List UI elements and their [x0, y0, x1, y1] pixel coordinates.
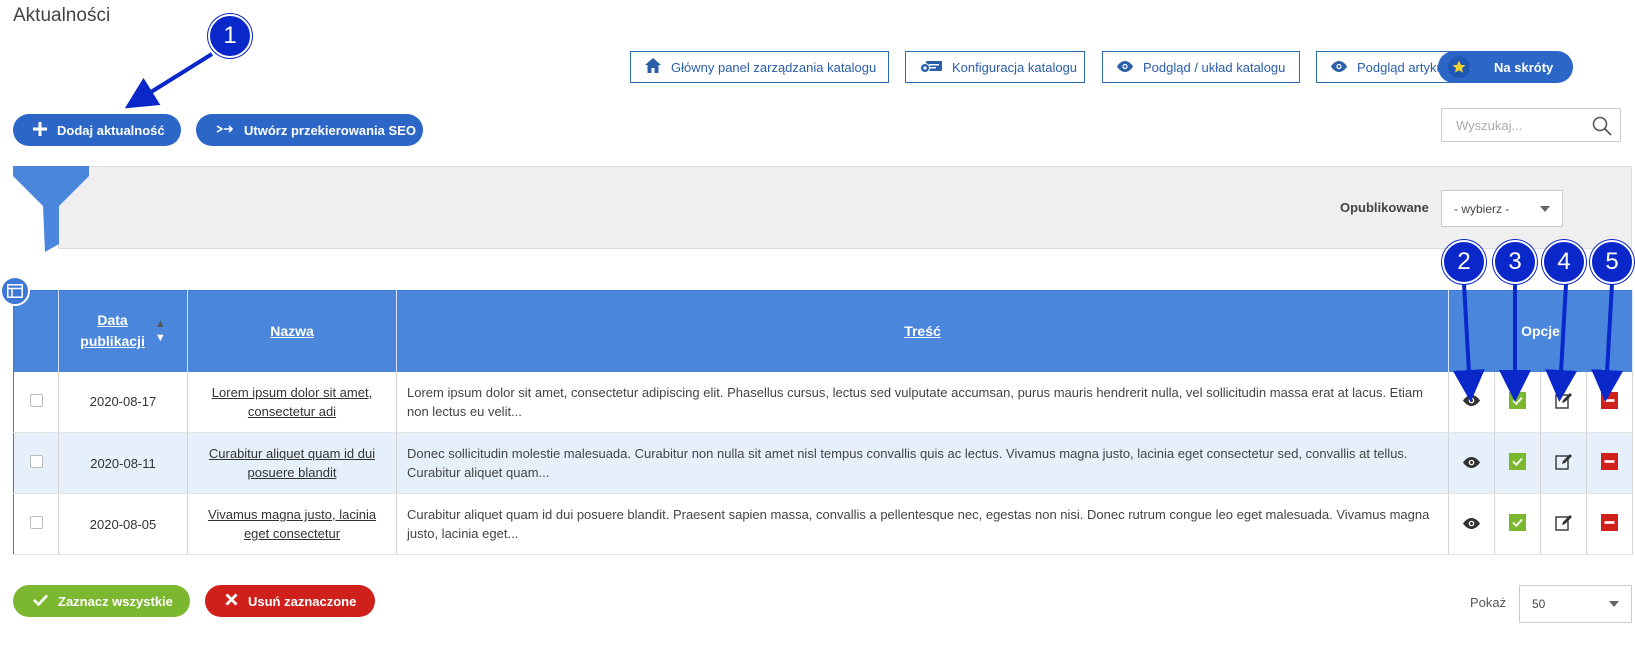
- redirect-arrow-icon: [216, 123, 234, 138]
- check-icon: [33, 594, 48, 609]
- page-title: Aktualności: [13, 5, 111, 26]
- config-icon: [920, 58, 942, 77]
- date-column-header[interactable]: Data publikacji ▲ ▼: [58, 290, 188, 372]
- plus-icon: [33, 121, 47, 139]
- annotation-callout-5: 5: [1590, 240, 1634, 284]
- shortcuts-label: Na skróty: [1494, 59, 1554, 75]
- published-filter-select[interactable]: - wybierz -: [1441, 190, 1563, 227]
- row-name-link[interactable]: Curabitur aliquet quam id dui posuere bl…: [209, 446, 375, 480]
- publish-check-icon[interactable]: [1509, 391, 1526, 409]
- page-size-select[interactable]: 50: [1519, 585, 1632, 623]
- shortcuts-button[interactable]: Na skróty: [1438, 51, 1573, 83]
- table-row: 2020-08-17 Lorem ipsum dolor sit amet, c…: [13, 371, 1634, 433]
- seo-redirects-label: Utwórz przekierowania SEO: [244, 122, 416, 138]
- table-layout-icon[interactable]: [0, 276, 30, 306]
- row-checkbox[interactable]: [29, 455, 43, 468]
- add-news-label: Dodaj aktualność: [57, 122, 165, 138]
- delete-selected-button[interactable]: Usuń zaznaczone: [205, 585, 375, 617]
- page-size-label: Pokaż: [1470, 595, 1507, 610]
- search-box: [1441, 108, 1621, 142]
- annotation-callout-1: 1: [208, 14, 252, 58]
- edit-icon[interactable]: [1555, 392, 1572, 409]
- table-row: 2020-08-05 Vivamus magna justo, lacinia …: [13, 493, 1634, 555]
- preview-eye-icon[interactable]: [1463, 517, 1480, 529]
- table-row: 2020-08-11 Curabitur aliquet quam id dui…: [13, 432, 1634, 494]
- sort-icon[interactable]: ▲ ▼: [155, 318, 166, 344]
- add-news-button[interactable]: Dodaj aktualność: [13, 114, 181, 146]
- eye-icon: [1117, 60, 1133, 75]
- published-filter-value: - wybierz -: [1454, 201, 1510, 216]
- published-filter-label: Opublikowane: [1340, 200, 1429, 215]
- search-input[interactable]: [1442, 109, 1582, 141]
- main-panel-label: Główny panel zarządzania katalogu: [671, 59, 877, 75]
- publish-check-icon[interactable]: [1509, 453, 1526, 470]
- preview-eye-icon[interactable]: [1463, 456, 1480, 468]
- row-date: 2020-08-11: [58, 432, 188, 494]
- row-name-link[interactable]: Lorem ipsum dolor sit amet, consectetur …: [212, 385, 372, 419]
- content-column-header[interactable]: Treść: [396, 290, 1449, 372]
- annotation-callout-4: 4: [1542, 240, 1586, 284]
- row-name-link[interactable]: Vivamus magna justo, lacinia eget consec…: [208, 507, 376, 541]
- name-column-header[interactable]: Nazwa: [187, 290, 397, 372]
- annotation-callout-3: 3: [1493, 240, 1537, 284]
- publish-check-icon[interactable]: [1509, 514, 1526, 531]
- row-content: Donec sollicitudin molestie malesuada. C…: [396, 432, 1449, 494]
- chevron-down-icon: [1540, 205, 1550, 212]
- catalog-preview-label: Podgląd / układ katalogu: [1143, 59, 1286, 75]
- star-icon: [1448, 56, 1470, 78]
- seo-redirects-button[interactable]: Utwórz przekierowania SEO: [196, 114, 423, 146]
- delete-icon[interactable]: [1601, 514, 1619, 531]
- home-icon: [645, 58, 661, 76]
- main-panel-button[interactable]: Główny panel zarządzania katalogu: [630, 51, 889, 83]
- sort-desc-icon[interactable]: ▼: [155, 332, 166, 344]
- page-size-value: 50: [1532, 597, 1546, 611]
- close-icon: [225, 593, 238, 609]
- catalog-config-button[interactable]: Konfiguracja katalogu: [905, 51, 1085, 83]
- annotation-callout-2: 2: [1442, 240, 1486, 284]
- eye-icon: [1331, 60, 1347, 75]
- catalog-preview-button[interactable]: Podgląd / układ katalogu: [1102, 51, 1300, 83]
- news-table: Data publikacji ▲ ▼ Nazwa Treść Opcje 202…: [13, 290, 1634, 555]
- select-all-label: Zaznacz wszystkie: [58, 593, 173, 609]
- delete-icon[interactable]: [1601, 453, 1619, 470]
- sort-asc-icon[interactable]: ▲: [155, 318, 166, 330]
- row-checkbox[interactable]: [29, 393, 43, 407]
- row-checkbox[interactable]: [29, 516, 43, 529]
- select-all-button[interactable]: Zaznacz wszystkie: [13, 585, 190, 617]
- preview-eye-icon[interactable]: [1463, 395, 1480, 407]
- edit-icon[interactable]: [1555, 514, 1572, 531]
- funnel-icon: [13, 166, 89, 257]
- annotation-arrow-1: [124, 52, 214, 109]
- options-column-header: Opcje: [1448, 290, 1634, 372]
- row-content: Lorem ipsum dolor sit amet, consectetur …: [396, 371, 1449, 433]
- catalog-config-label: Konfiguracja katalogu: [952, 59, 1078, 75]
- row-content: Curabitur aliquet quam id dui posuere bl…: [396, 493, 1449, 555]
- delete-icon[interactable]: [1601, 391, 1619, 409]
- chevron-down-icon: [1609, 601, 1619, 607]
- search-icon[interactable]: [1592, 116, 1612, 141]
- edit-icon[interactable]: [1555, 453, 1572, 470]
- delete-selected-label: Usuń zaznaczone: [248, 593, 357, 609]
- row-date: 2020-08-05: [58, 493, 188, 555]
- row-date: 2020-08-17: [58, 371, 188, 433]
